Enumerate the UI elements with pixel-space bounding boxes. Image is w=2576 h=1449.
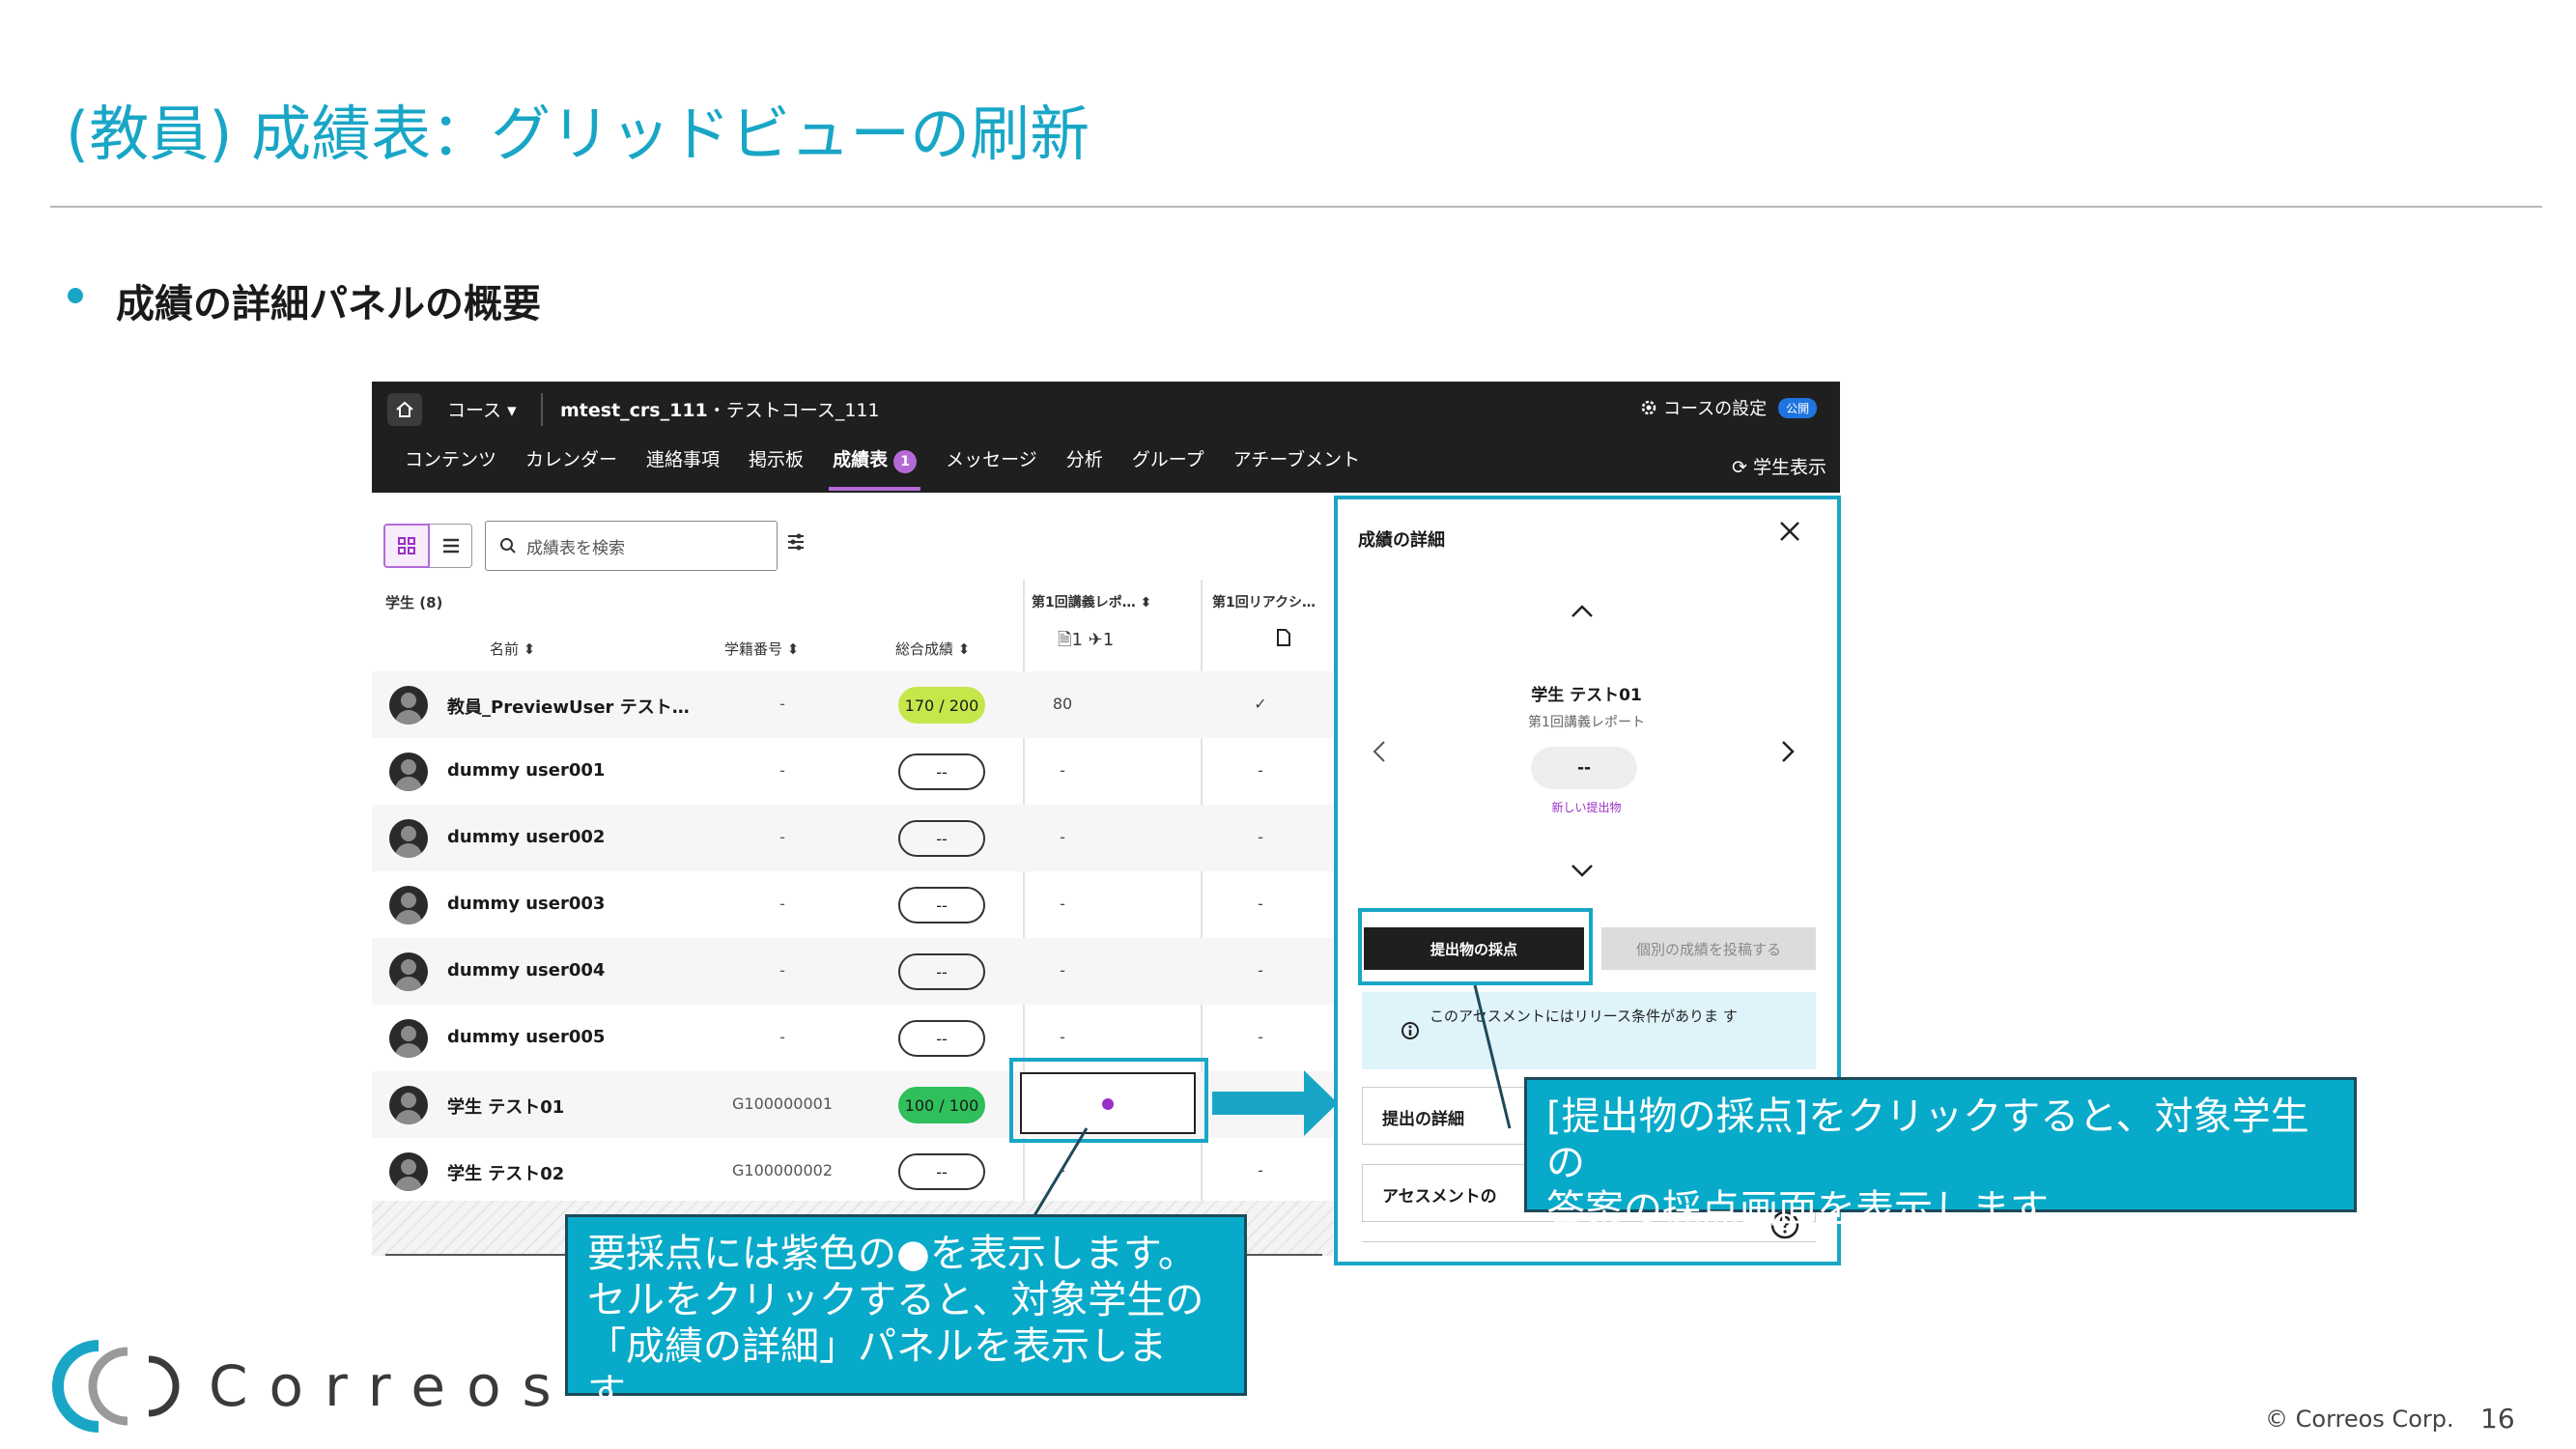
logo-wordmark: Correos [209, 1353, 573, 1419]
page-number: 16 [2480, 1403, 2515, 1435]
correos-mark-icon [52, 1340, 180, 1433]
pointer-line [1032, 1127, 1089, 1218]
copyright: © Correos Corp. [2265, 1406, 2454, 1433]
annotation-arrows [1032, 984, 1512, 1218]
annotation-callout-grade: [提出物の採点]をクリックすると、対象学生の 答案の採点画面を表示します。 [1524, 1077, 2357, 1232]
pointer-line [1473, 984, 1512, 1129]
annotation-callout-cell: 要採点には紫色の●を表示します。 セルをクリックすると、対象学生の 「成績の詳細… [565, 1214, 1247, 1415]
company-logo: Correos [48, 1338, 573, 1435]
arrow-to-panel [1212, 1070, 1338, 1136]
